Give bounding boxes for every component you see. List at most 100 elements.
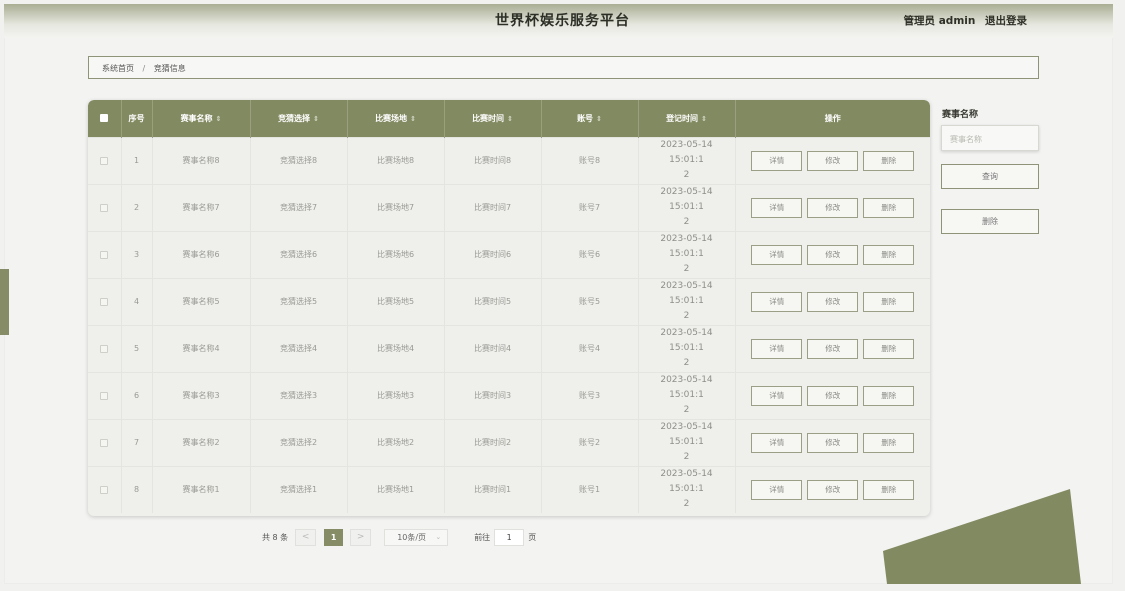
detail-button[interactable]: 详情: [751, 244, 803, 265]
row-venue: 比赛场地6: [347, 231, 445, 278]
sort-icon[interactable]: ⇕: [313, 115, 319, 123]
row-reg-time: 2023-05-14 15:01:1 2: [638, 325, 736, 372]
col-header-account[interactable]: 账号 ⇕: [541, 100, 639, 137]
row-venue: 比赛场地1: [347, 466, 445, 513]
row-checkbox[interactable]: [100, 297, 109, 306]
detail-button[interactable]: 详情: [751, 197, 803, 218]
row-checkbox-cell[interactable]: [88, 372, 122, 419]
row-checkbox[interactable]: [100, 250, 109, 259]
row-name: 赛事名称8: [152, 137, 251, 184]
row-checkbox[interactable]: [100, 438, 109, 447]
row-reg-time: 2023-05-14 15:01:1 2: [638, 137, 736, 184]
edit-button[interactable]: 修改: [807, 479, 859, 500]
goto-page-input[interactable]: 1: [494, 528, 525, 546]
row-match-time: 比赛时间5: [444, 278, 542, 325]
delete-button[interactable]: 删除: [863, 150, 915, 171]
row-account: 账号6: [541, 231, 639, 278]
sort-icon[interactable]: ⇕: [410, 115, 416, 123]
row-index: 8: [121, 466, 153, 513]
row-checkbox[interactable]: [100, 391, 109, 400]
detail-button[interactable]: 详情: [751, 479, 803, 500]
pagination-total: 共 8 条: [262, 532, 289, 542]
edit-button[interactable]: 修改: [807, 338, 859, 359]
sort-icon[interactable]: ⇕: [596, 115, 602, 123]
delete-button[interactable]: 删除: [863, 197, 915, 218]
col-header-actions: 操作: [824, 113, 841, 123]
pagination: 共 8 条 < 1 > 10条/页 ⌄ 前往 1 页: [262, 528, 536, 546]
row-checkbox-cell[interactable]: [88, 278, 122, 325]
data-table-container: 序号 赛事名称 ⇕ 竞猜选择 ⇕ 比赛场地 ⇕ 比赛时间 ⇕ 账号 ⇕ 登记时间 ⇕ 操作 …: [88, 100, 930, 516]
col-header-match-time[interactable]: 比赛时间 ⇕: [444, 100, 542, 137]
row-match-time: 比赛时间7: [444, 184, 542, 231]
edit-button[interactable]: 修改: [807, 197, 859, 218]
user-area: 管理员 admin 退出登录: [898, 13, 1027, 28]
reg-time-line-1: 2023-05-14 15:01:1: [660, 187, 713, 212]
page-size-select[interactable]: 10条/页 ⌄: [384, 528, 449, 546]
delete-button[interactable]: 删除: [863, 479, 915, 500]
row-checkbox[interactable]: [100, 485, 109, 494]
breadcrumb-separator: /: [142, 64, 146, 73]
row-reg-time: 2023-05-14 15:01:1 2: [638, 419, 736, 466]
logout-link[interactable]: 退出登录: [985, 15, 1027, 27]
prev-page-button[interactable]: <: [295, 528, 317, 546]
row-checkbox[interactable]: [100, 156, 109, 165]
edit-button[interactable]: 修改: [807, 150, 859, 171]
detail-button[interactable]: 详情: [751, 150, 803, 171]
row-checkbox-cell[interactable]: [88, 419, 122, 466]
page-number-1[interactable]: 1: [324, 528, 344, 546]
row-actions: 详情 修改 删除: [735, 372, 930, 419]
edit-button[interactable]: 修改: [807, 291, 859, 312]
detail-button[interactable]: 详情: [751, 338, 803, 359]
col-header-choice[interactable]: 竞猜选择 ⇕: [250, 100, 348, 137]
row-actions: 详情 修改 删除: [735, 184, 930, 231]
edit-button[interactable]: 修改: [807, 385, 859, 406]
sort-icon[interactable]: ⇕: [701, 115, 707, 123]
row-venue: 比赛场地7: [347, 184, 445, 231]
row-checkbox-cell[interactable]: [88, 137, 122, 184]
row-venue: 比赛场地8: [347, 137, 445, 184]
delete-button[interactable]: 删除: [863, 291, 915, 312]
row-checkbox-cell[interactable]: [88, 325, 122, 372]
sort-icon[interactable]: ⇕: [507, 115, 513, 123]
batch-delete-button[interactable]: 删除: [941, 209, 1039, 234]
row-index: 6: [121, 372, 153, 419]
delete-button[interactable]: 删除: [863, 432, 915, 453]
select-all-cell[interactable]: [88, 100, 122, 137]
row-checkbox-cell[interactable]: [88, 231, 122, 278]
col-header-name[interactable]: 赛事名称 ⇕: [152, 100, 251, 137]
reg-time-line-2: 2: [683, 405, 690, 415]
row-checkbox-cell[interactable]: [88, 466, 122, 513]
breadcrumb-home[interactable]: 系统首页: [102, 64, 134, 73]
row-checkbox-cell[interactable]: [88, 184, 122, 231]
row-index: 7: [121, 419, 153, 466]
row-name: 赛事名称5: [152, 278, 251, 325]
row-account: 账号4: [541, 325, 639, 372]
detail-button[interactable]: 详情: [751, 291, 803, 312]
delete-button[interactable]: 删除: [863, 244, 915, 265]
reg-time-line-1: 2023-05-14 15:01:1: [660, 422, 713, 447]
col-header-venue[interactable]: 比赛场地 ⇕: [347, 100, 445, 137]
reg-time-line-2: 2: [683, 217, 690, 227]
delete-button[interactable]: 删除: [863, 338, 915, 359]
reg-time-line-1: 2023-05-14 15:01:1: [660, 234, 713, 259]
col-header-reg-time[interactable]: 登记时间 ⇕: [638, 100, 736, 137]
row-checkbox[interactable]: [100, 344, 109, 353]
select-all-checkbox[interactable]: [100, 114, 109, 123]
delete-button[interactable]: 删除: [863, 385, 915, 406]
row-index: 1: [121, 137, 153, 184]
reg-time-line-1: 2023-05-14 15:01:1: [660, 328, 713, 353]
detail-button[interactable]: 详情: [751, 432, 803, 453]
row-venue: 比赛场地5: [347, 278, 445, 325]
search-label: 赛事名称: [942, 110, 979, 120]
next-page-button[interactable]: >: [350, 528, 372, 546]
row-checkbox[interactable]: [100, 203, 109, 212]
detail-button[interactable]: 详情: [751, 385, 803, 406]
edit-button[interactable]: 修改: [807, 244, 859, 265]
row-match-time: 比赛时间8: [444, 137, 542, 184]
edit-button[interactable]: 修改: [807, 432, 859, 453]
row-reg-time: 2023-05-14 15:01:1 2: [638, 231, 736, 278]
query-button[interactable]: 查询: [941, 164, 1039, 189]
reg-time-line-1: 2023-05-14 15:01:1: [660, 140, 713, 165]
sort-icon[interactable]: ⇕: [216, 115, 222, 123]
search-input[interactable]: 赛事名称: [941, 125, 1039, 151]
